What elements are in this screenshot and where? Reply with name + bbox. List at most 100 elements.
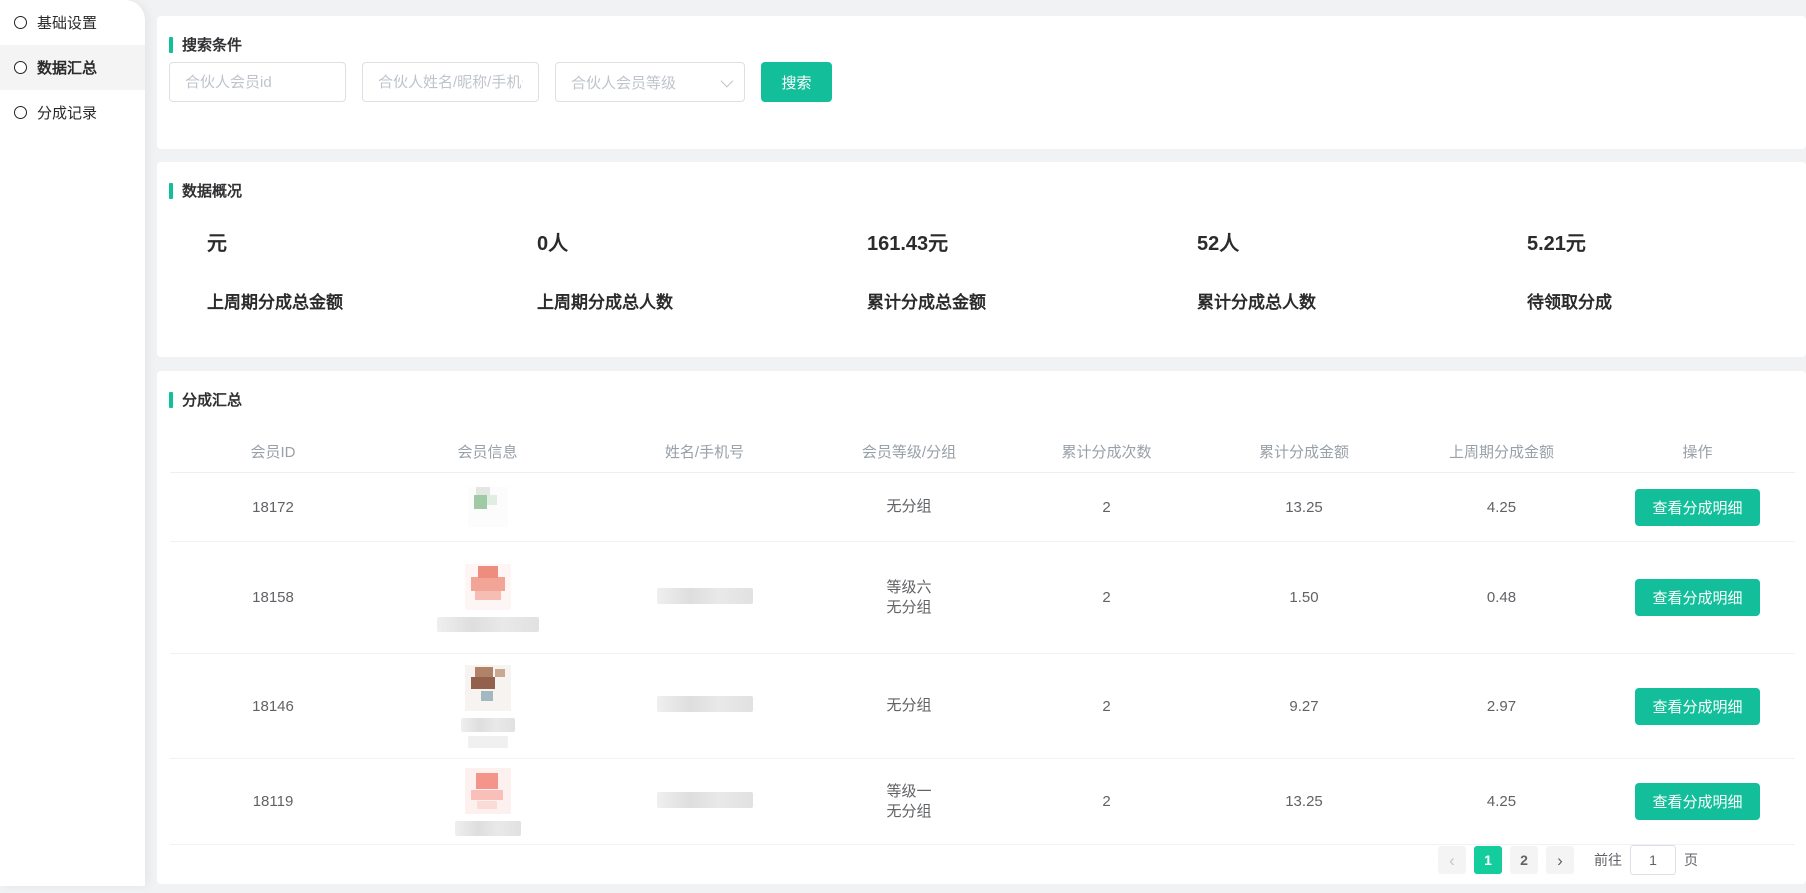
stats-row: 元 上周期分成总金额 0人 上周期分成总人数 161.43元 累计分成总金额 5…	[207, 232, 1806, 313]
col-name-phone: 姓名/手机号	[665, 441, 744, 462]
section-title-text: 分成汇总	[182, 389, 242, 410]
member-id: 18158	[252, 589, 294, 606]
last-period-amount: 4.25	[1487, 793, 1516, 810]
member-name-cell	[657, 696, 753, 716]
page-unit-label: 页	[1684, 850, 1698, 870]
search-button[interactable]: 搜索	[761, 62, 832, 102]
view-share-detail-button[interactable]: 查看分成明细	[1635, 579, 1760, 616]
stat-value: 161.43元	[867, 232, 1197, 256]
table-row: 18146 无分组 2 9.27 2.97 查看分成明细	[170, 654, 1795, 759]
share-summary-table: 会员ID 会员信息 姓名/手机号 会员等级/分组 累计分成次数 累计分成金额 上…	[170, 431, 1795, 845]
redacted-nickname	[455, 821, 521, 836]
last-period-amount: 4.25	[1487, 499, 1516, 516]
stat-total-amount: 161.43元 累计分成总金额	[867, 232, 1197, 313]
redacted-nickname	[461, 718, 515, 732]
col-member-id: 会员ID	[250, 441, 295, 462]
circle-icon	[14, 16, 27, 29]
member-group: 无分组	[886, 696, 931, 716]
chevron-down-icon	[721, 74, 734, 87]
grade-group-cell: 无分组	[886, 497, 931, 517]
search-section-title: 搜索条件	[169, 34, 242, 55]
page-button-1[interactable]: 1	[1474, 846, 1502, 874]
search-conditions-card: 搜索条件 合伙人会员等级 搜索	[157, 16, 1806, 149]
section-title-text: 数据概况	[182, 180, 242, 201]
view-share-detail-button[interactable]: 查看分成明细	[1635, 489, 1760, 526]
member-group: 无分组	[886, 497, 931, 517]
sidebar-item-label: 基础设置	[37, 12, 97, 33]
accent-bar	[169, 37, 173, 53]
share-summary-card: 分成汇总 会员ID 会员信息 姓名/手机号 会员等级/分组 累计分成次数 累计分…	[157, 371, 1806, 884]
share-total: 13.25	[1285, 499, 1323, 516]
member-name-cell	[657, 588, 753, 608]
share-total: 13.25	[1285, 793, 1323, 810]
member-id: 18119	[253, 793, 294, 810]
member-avatar	[465, 665, 511, 711]
table-row: 18119 等级一 无分组 2 13.25 4.25 查看分成明细	[170, 759, 1795, 845]
col-grade-group: 会员等级/分组	[862, 441, 956, 462]
share-count: 2	[1102, 793, 1110, 810]
redacted-nickname	[468, 736, 508, 748]
share-count: 2	[1102, 499, 1110, 516]
partner-member-id-input[interactable]	[169, 62, 346, 102]
goto-page-input[interactable]	[1630, 845, 1676, 875]
stat-last-period-people: 0人 上周期分成总人数	[537, 232, 867, 313]
table-row: 18172 无分组 2 13.25 4.25 查看分成明细	[170, 473, 1795, 542]
col-share-count: 累计分成次数	[1061, 441, 1151, 462]
overview-section-title: 数据概况	[169, 180, 242, 201]
last-period-amount: 2.97	[1487, 698, 1516, 715]
member-name-cell	[657, 792, 753, 812]
next-page-button[interactable]: ›	[1546, 846, 1574, 874]
grade-group-cell: 等级六 无分组	[886, 578, 931, 618]
stat-value: 0人	[537, 232, 867, 256]
partner-level-select[interactable]: 合伙人会员等级	[555, 62, 745, 102]
member-info-cell	[468, 487, 508, 527]
redacted-nickname	[437, 617, 539, 632]
member-grade: 等级一	[886, 782, 931, 802]
search-row: 合伙人会员等级 搜索	[169, 62, 832, 102]
share-count: 2	[1102, 698, 1110, 715]
stat-label: 累计分成总人数	[1197, 288, 1527, 313]
section-title-text: 搜索条件	[182, 34, 242, 55]
table-header-row: 会员ID 会员信息 姓名/手机号 会员等级/分组 累计分成次数 累计分成金额 上…	[170, 431, 1795, 473]
redacted-name	[657, 696, 753, 712]
select-placeholder: 合伙人会员等级	[571, 72, 676, 93]
redacted-name	[657, 792, 753, 808]
stat-label: 累计分成总金额	[867, 288, 1197, 313]
member-id: 18172	[252, 499, 294, 516]
data-overview-card: 数据概况 元 上周期分成总金额 0人 上周期分成总人数 161.43元 累计分成…	[157, 162, 1806, 357]
member-group: 无分组	[886, 598, 931, 618]
view-share-detail-button[interactable]: 查看分成明细	[1635, 688, 1760, 725]
view-share-detail-button[interactable]: 查看分成明细	[1635, 783, 1760, 820]
sidebar-item-basic-settings[interactable]: 基础设置	[0, 0, 145, 45]
circle-icon	[14, 61, 27, 74]
member-id: 18146	[252, 698, 294, 715]
stat-value: 元	[207, 232, 537, 256]
prev-page-button[interactable]: ‹	[1438, 846, 1466, 874]
member-info-cell	[455, 768, 521, 836]
col-share-total: 累计分成金额	[1259, 441, 1349, 462]
page-button-2[interactable]: 2	[1510, 846, 1538, 874]
sidebar-item-share-records[interactable]: 分成记录	[0, 90, 145, 135]
member-grade: 等级六	[886, 578, 931, 598]
stat-total-people: 52人 累计分成总人数	[1197, 232, 1527, 313]
stat-label: 待领取分成	[1527, 288, 1806, 313]
summary-section-title: 分成汇总	[169, 389, 242, 410]
partner-name-input[interactable]	[362, 62, 539, 102]
redacted-name	[657, 588, 753, 604]
share-total: 1.50	[1289, 589, 1318, 606]
stat-pending-amount: 5.21元 待领取分成	[1527, 232, 1806, 313]
sidebar-item-label: 数据汇总	[37, 57, 97, 78]
member-avatar	[468, 487, 508, 527]
grade-group-cell: 无分组	[886, 696, 931, 716]
sidebar: 基础设置 数据汇总 分成记录	[0, 0, 145, 886]
accent-bar	[169, 392, 173, 408]
pagination: ‹ 1 2 › 前往 页	[1438, 845, 1698, 875]
stat-value: 52人	[1197, 232, 1527, 256]
goto-label: 前往	[1594, 850, 1622, 870]
share-total: 9.27	[1289, 698, 1318, 715]
member-avatar	[465, 768, 511, 814]
sidebar-item-data-summary[interactable]: 数据汇总	[0, 45, 145, 90]
member-avatar	[465, 564, 511, 610]
accent-bar	[169, 183, 173, 199]
stat-last-period-amount: 元 上周期分成总金额	[207, 232, 537, 313]
